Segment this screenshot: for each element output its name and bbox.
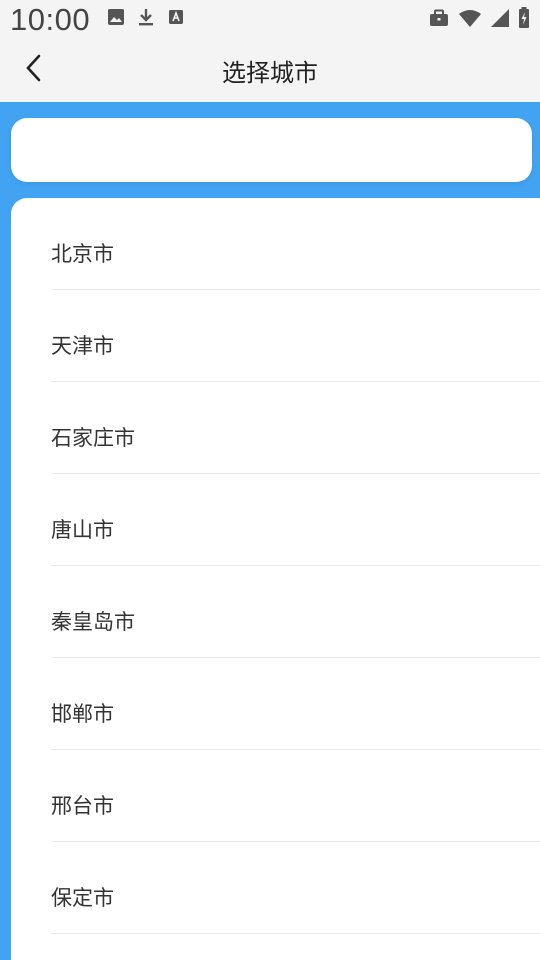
city-label: 唐山市 xyxy=(51,518,114,542)
page-title: 选择城市 xyxy=(222,59,318,87)
status-right-icons xyxy=(428,7,530,29)
search-box[interactable] xyxy=(11,118,532,182)
wifi-icon xyxy=(458,8,482,28)
list-item[interactable]: 保定市 xyxy=(51,842,540,934)
battery-charging-icon xyxy=(518,7,530,29)
signal-icon xyxy=(490,8,510,28)
list-item[interactable]: 唐山市 xyxy=(51,474,540,566)
list-item[interactable]: 北京市 xyxy=(51,198,540,290)
city-label: 邯郸市 xyxy=(51,702,114,726)
search-input[interactable] xyxy=(11,118,532,182)
list-item[interactable]: 石家庄市 xyxy=(51,382,540,474)
image-icon xyxy=(106,7,126,27)
list-item[interactable]: 邢台市 xyxy=(51,750,540,842)
list-item[interactable]: 邯郸市 xyxy=(51,658,540,750)
status-bar: 10:00 xyxy=(0,0,540,40)
city-label: 秦皇岛市 xyxy=(51,610,135,634)
list-item[interactable]: 秦皇岛市 xyxy=(51,566,540,658)
briefcase-icon xyxy=(428,8,450,28)
city-label: 石家庄市 xyxy=(51,426,135,450)
status-left-icons xyxy=(106,7,186,27)
title-bar: 选择城市 xyxy=(0,40,540,102)
city-label: 天津市 xyxy=(51,334,114,358)
list-item[interactable]: 天津市 xyxy=(51,290,540,382)
text-a-icon xyxy=(166,7,186,27)
city-label: 北京市 xyxy=(51,242,114,266)
city-label: 保定市 xyxy=(51,886,114,910)
download-icon xyxy=(136,7,156,27)
city-list: 北京市 天津市 石家庄市 唐山市 秦皇岛市 邯郸市 邢台市 保定市 xyxy=(11,198,540,960)
status-time: 10:00 xyxy=(10,2,91,37)
city-label: 邢台市 xyxy=(51,794,114,818)
